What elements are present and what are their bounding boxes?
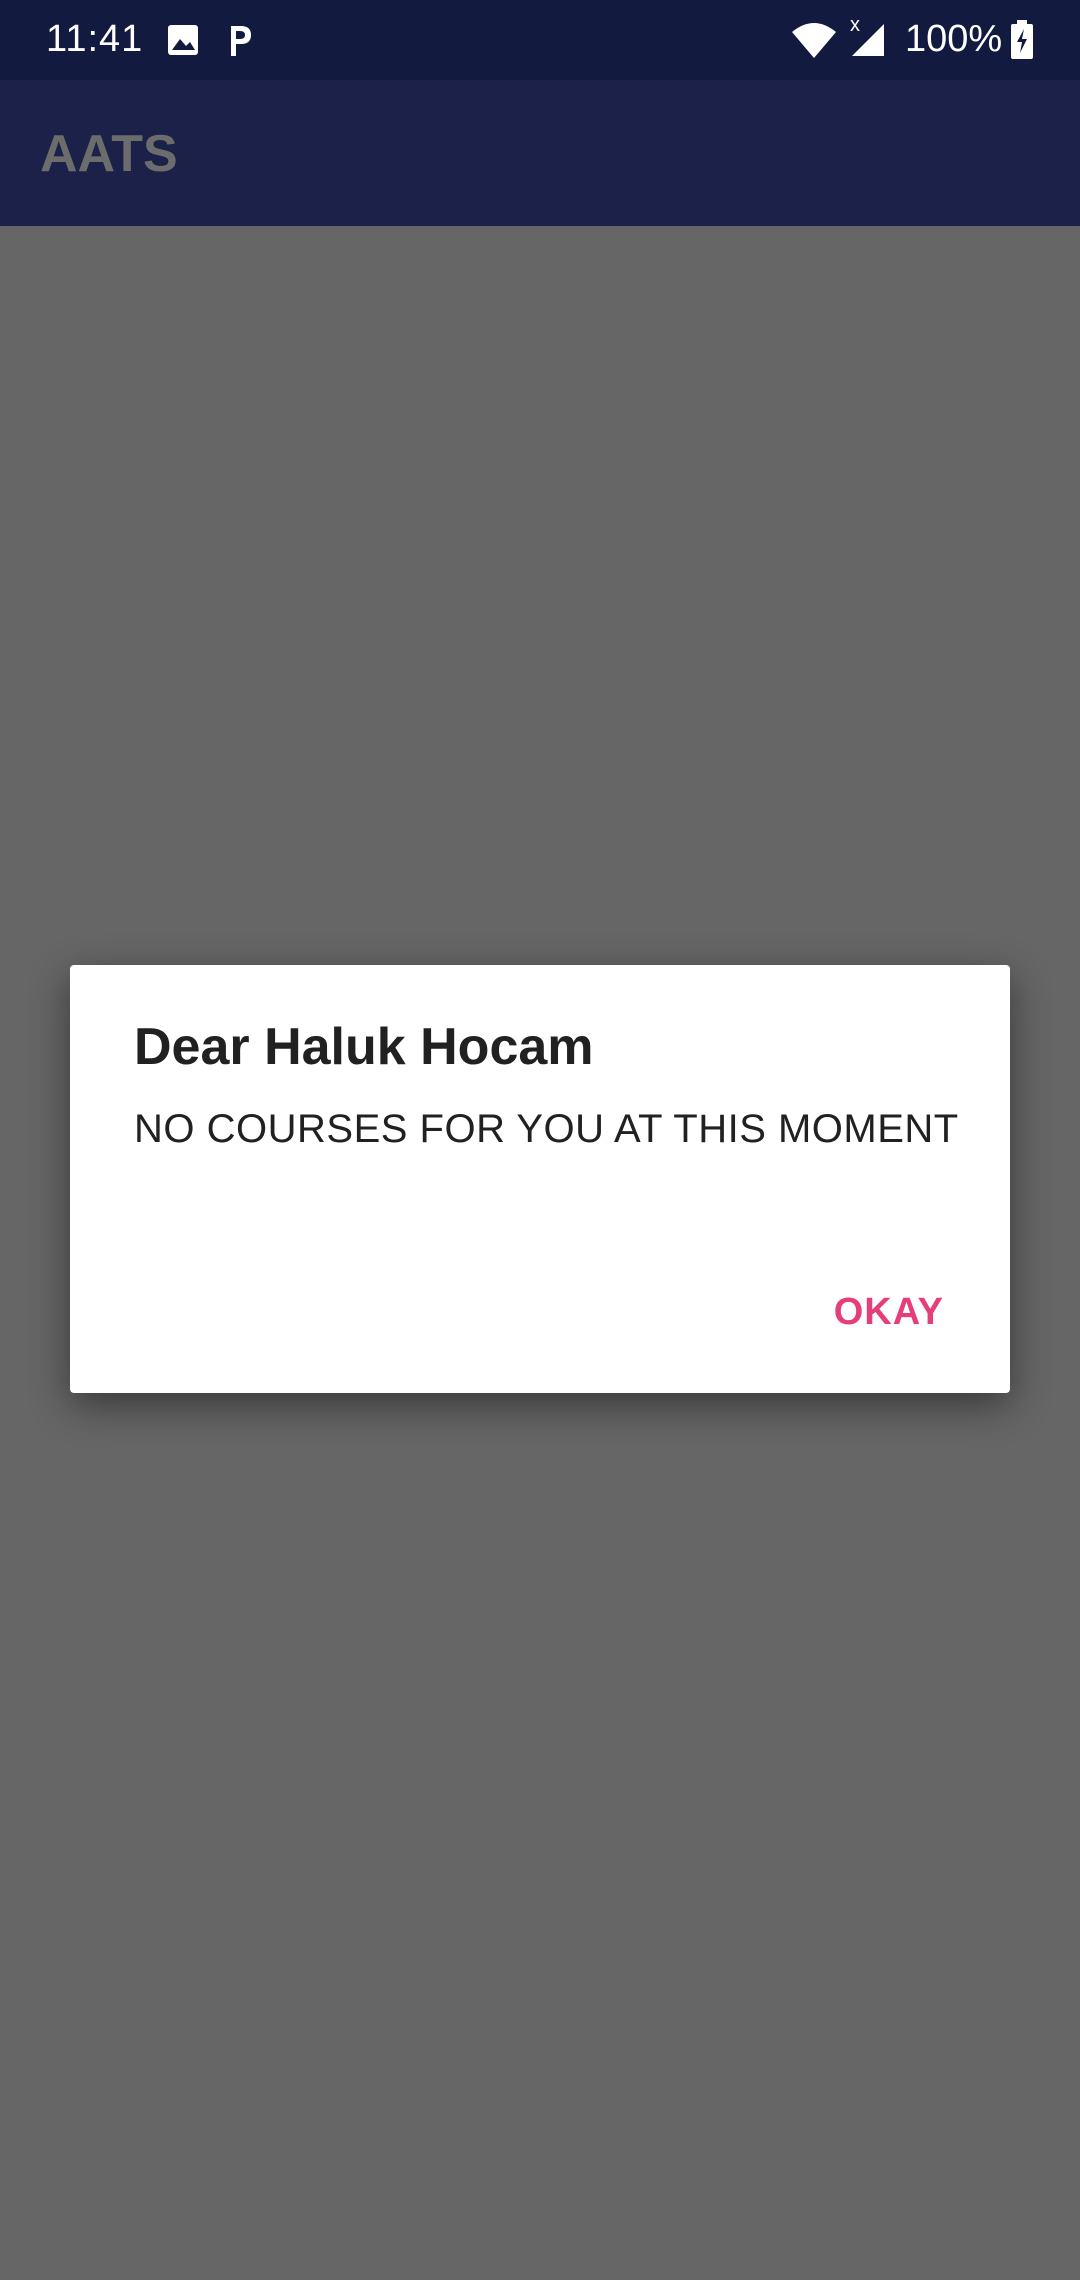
dialog-title: Dear Haluk Hocam <box>134 1018 594 1076</box>
wifi-icon <box>790 20 838 63</box>
p-app-icon <box>223 22 253 63</box>
alert-dialog: Dear Haluk Hocam NO COURSES FOR YOU AT T… <box>70 965 1010 1393</box>
status-time: 11:41 <box>46 18 144 60</box>
okay-button[interactable]: OKAY <box>834 1285 944 1340</box>
dialog-message: NO COURSES FOR YOU AT THIS MOMENT <box>134 1107 959 1151</box>
status-bar: 11:41 x 100% <box>0 0 1080 80</box>
signal-icon <box>850 22 886 63</box>
image-icon <box>167 24 199 61</box>
app-title: AATS <box>40 125 178 183</box>
battery-charging-icon <box>1010 20 1034 65</box>
battery-percentage: 100% <box>905 18 1003 60</box>
app-bar: AATS <box>0 80 1080 226</box>
